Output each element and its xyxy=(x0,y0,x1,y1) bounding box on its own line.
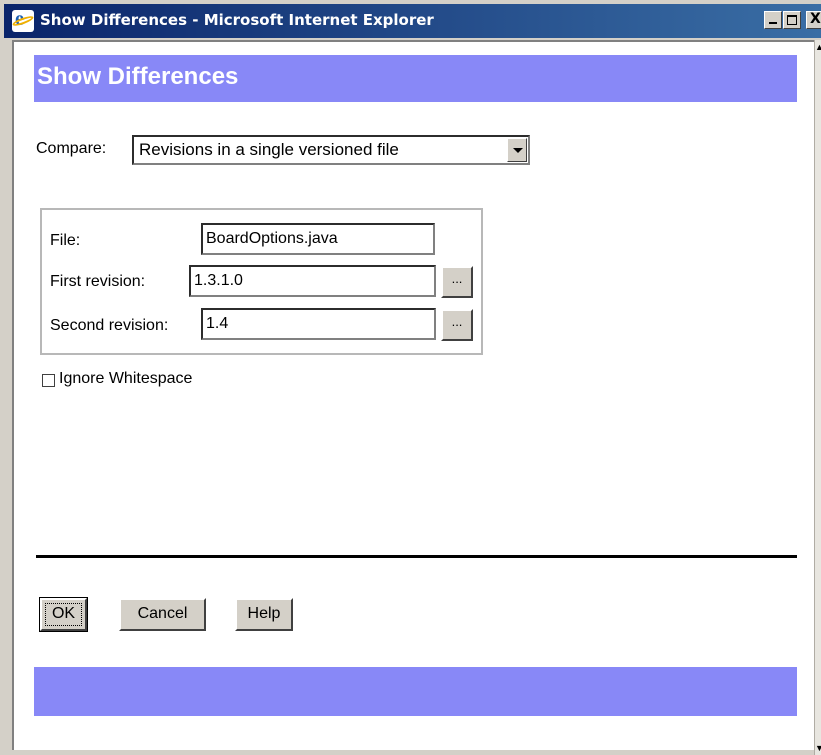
title-bar[interactable]: e Show Differences - Microsoft Internet … xyxy=(4,4,821,38)
file-field[interactable]: BoardOptions.java xyxy=(201,223,435,255)
close-button[interactable]: X xyxy=(806,11,821,29)
minimize-button[interactable] xyxy=(764,11,782,29)
scroll-up-icon[interactable]: ▲ xyxy=(815,42,821,52)
compare-select[interactable]: Revisions in a single versioned file xyxy=(132,135,530,165)
ok-button[interactable]: OK xyxy=(39,597,88,632)
cancel-button[interactable]: Cancel xyxy=(119,598,206,631)
page-content: Show Differences Compare: Revisions in a… xyxy=(12,40,814,750)
close-icon: X xyxy=(810,11,821,27)
scroll-down-icon[interactable]: ▼ xyxy=(815,743,821,753)
file-label: File: xyxy=(50,232,81,249)
help-button[interactable]: Help xyxy=(235,598,293,631)
minimize-icon xyxy=(769,22,777,24)
first-revision-field[interactable]: 1.3.1.0 xyxy=(189,265,436,297)
page-title: Show Differences xyxy=(37,63,239,90)
first-revision-browse-button[interactable]: ... xyxy=(441,266,473,298)
compare-label: Compare: xyxy=(36,140,107,157)
revision-fieldset: File: BoardOptions.java First revision: … xyxy=(40,208,483,355)
compare-select-value: Revisions in a single versioned file xyxy=(139,140,399,159)
dropdown-arrow-icon[interactable] xyxy=(507,138,527,162)
footer-banner xyxy=(34,667,797,716)
header-banner: Show Differences xyxy=(34,55,797,102)
maximize-button[interactable] xyxy=(783,11,801,29)
ie-window: e Show Differences - Microsoft Internet … xyxy=(0,0,821,755)
maximize-icon xyxy=(787,15,797,25)
divider xyxy=(36,555,797,558)
vertical-scrollbar[interactable]: ▲ ▼ xyxy=(814,40,821,755)
second-revision-browse-button[interactable]: ... xyxy=(441,309,473,341)
ignore-whitespace-label[interactable]: Ignore Whitespace xyxy=(59,370,192,388)
first-revision-label: First revision: xyxy=(50,273,146,290)
second-revision-field[interactable]: 1.4 xyxy=(201,308,436,340)
ignore-whitespace-checkbox[interactable] xyxy=(42,374,55,387)
window-title: Show Differences - Microsoft Internet Ex… xyxy=(40,11,434,29)
ie-icon: e xyxy=(11,8,35,32)
second-revision-label: Second revision: xyxy=(50,317,169,334)
